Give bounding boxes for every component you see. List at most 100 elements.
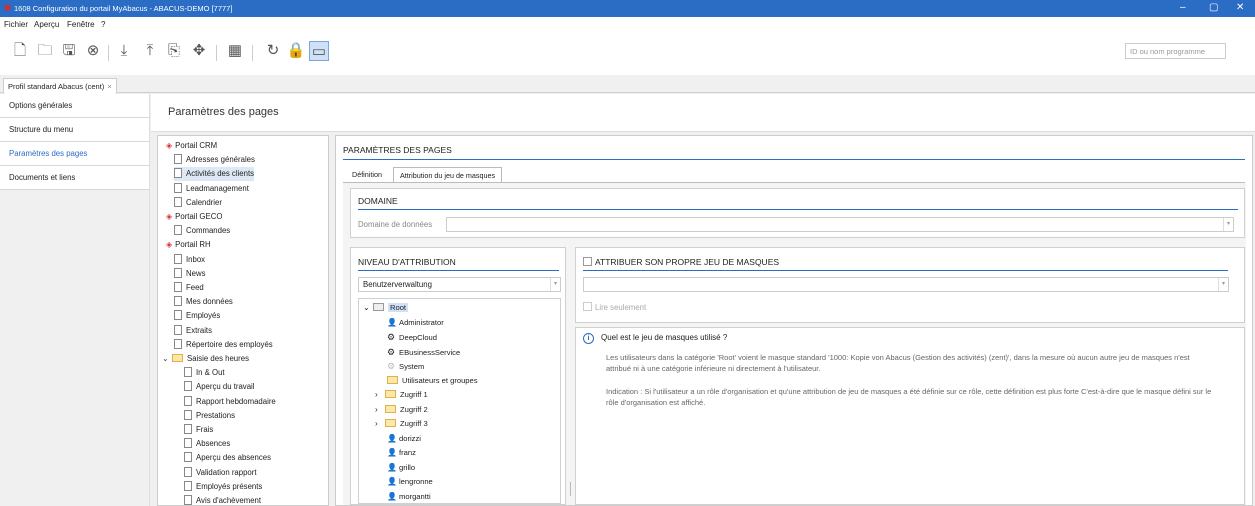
splitter-handle[interactable]	[570, 482, 571, 496]
menu-help[interactable]: ?	[101, 20, 105, 29]
info-paragraph-2: Indication : Si l'utilisateur a un rôle …	[606, 387, 1212, 407]
tree-group[interactable]: ◈ Portail GECO	[166, 210, 222, 224]
tree-item[interactable]: Leadmanagement	[174, 182, 249, 196]
portal-group-icon: ◈	[166, 212, 173, 221]
page-title: Paramètres des pages	[168, 106, 279, 118]
minimize-button[interactable]: –	[1180, 2, 1186, 13]
window-title: 1608 Configuration du portail MyAbacus -…	[14, 4, 233, 13]
tree-item[interactable]: Aperçu du travail	[184, 380, 255, 394]
tree-item-label: Calendrier	[186, 197, 222, 207]
role-tree-item[interactable]: ⚙ EBusinessService	[387, 345, 460, 359]
dropdown-arrow-icon[interactable]: ▾	[1218, 278, 1228, 291]
domaine-field[interactable]: ▾	[446, 217, 1234, 232]
window-icon[interactable]: ▭	[309, 41, 329, 61]
tree-item[interactable]: Mes données	[174, 295, 233, 309]
attribuer-checkbox[interactable]	[583, 257, 592, 266]
tree-item[interactable]: Aperçu des absences	[184, 451, 271, 465]
layout-icon[interactable]: ▦	[225, 41, 245, 61]
role-tree-item[interactable]: 👤 grillo	[387, 461, 415, 475]
tree-item[interactable]: Activités des clients	[174, 167, 255, 182]
tree-item[interactable]: Validation rapport	[184, 466, 257, 480]
tree-folder[interactable]: ⌄ Saisie des heures	[162, 352, 249, 366]
tab-attribution-masques[interactable]: Attribution du jeu de masques	[393, 167, 503, 183]
masques-select[interactable]: ▾	[583, 277, 1229, 292]
close-tab-icon[interactable]: ×	[107, 82, 111, 91]
menu-fichier[interactable]: Fichier	[4, 20, 28, 29]
tree-item[interactable]: Répertoire des employés	[174, 338, 273, 352]
expand-chevron-icon[interactable]: ⌄	[363, 301, 373, 315]
page-icon	[174, 196, 182, 207]
role-tree-item[interactable]: ⌄ Root	[363, 301, 409, 315]
tree-item[interactable]: Feed	[174, 281, 204, 295]
page-icon	[174, 296, 182, 307]
dropdown-arrow-icon[interactable]: ▾	[1223, 218, 1233, 231]
tree-item[interactable]: Inbox	[174, 253, 205, 267]
tree-item[interactable]: Prestations	[184, 409, 235, 423]
move-icon[interactable]: ✥	[189, 41, 209, 61]
nav-item-structure-menu[interactable]: Structure du menu	[0, 118, 149, 142]
tree-item[interactable]: News	[174, 267, 206, 281]
dropdown-arrow-icon[interactable]: ▾	[550, 278, 560, 291]
role-tree-item[interactable]: 👤 franz	[387, 446, 416, 460]
new-document-icon[interactable]: 🗋	[10, 41, 30, 61]
role-tree-item[interactable]: › Zugriff 3	[375, 417, 428, 431]
tree-item[interactable]: Calendrier	[174, 196, 222, 210]
attribuer-panel: ATTRIBUER SON PROPRE JEU DE MASQUES ▾ Li…	[575, 247, 1245, 323]
role-tree-item[interactable]: 👤 morgantti	[387, 490, 431, 504]
cancel-icon[interactable]: ⊗	[83, 41, 103, 61]
role-label: System	[399, 362, 425, 371]
role-tree-item[interactable]: ⚙ DeepCloud	[387, 330, 437, 344]
maximize-button[interactable]: ▢	[1209, 2, 1218, 13]
tree-item-label: Avis d'achèvement	[196, 496, 262, 505]
niveau-select[interactable]: Benutzerverwaltung ▾	[358, 277, 561, 292]
role-tree-item[interactable]: › Zugriff 1	[375, 388, 428, 402]
lock-icon[interactable]: 🔒	[286, 41, 306, 61]
page-icon	[174, 182, 182, 193]
export-icon[interactable]: ⤒	[140, 41, 160, 61]
nav-item-parametres-pages[interactable]: Paramètres des pages	[0, 142, 149, 166]
tree-item[interactable]: Commandes	[174, 224, 230, 238]
menu-bar: Fichier Aperçu Fenêtre ?	[0, 17, 1255, 33]
readonly-checkbox[interactable]	[583, 302, 592, 311]
role-tree-item[interactable]: Utilisateurs et groupes	[387, 374, 478, 388]
user-icon: 👤	[387, 462, 397, 472]
expand-chevron-icon[interactable]: ›	[375, 417, 385, 431]
tree-item[interactable]: Employés	[174, 309, 220, 323]
tree-item[interactable]: Adresses générales	[174, 153, 255, 167]
role-tree-item[interactable]: ⚙ System	[387, 359, 424, 373]
tree-item[interactable]: Rapport hebdomadaire	[184, 395, 276, 409]
tree-item[interactable]: Avis d'achèvement	[184, 494, 262, 505]
expand-chevron-icon[interactable]: ⌄	[162, 352, 170, 366]
tree-item[interactable]: Frais	[184, 423, 213, 437]
menu-apercu[interactable]: Aperçu	[34, 20, 59, 29]
role-label: Administrator	[399, 317, 444, 327]
save-icon[interactable]: 🖫	[59, 41, 79, 61]
menu-fenetre[interactable]: Fenêtre	[67, 20, 95, 29]
import-icon[interactable]: ⤓	[114, 41, 134, 61]
refresh-icon[interactable]: ↻	[263, 41, 283, 61]
tree-item[interactable]: Employés présents	[184, 480, 262, 494]
expand-chevron-icon[interactable]: ›	[375, 388, 385, 402]
document-tab[interactable]: Profil standard Abacus (cent) ×	[3, 78, 117, 94]
attribuer-underline	[583, 270, 1228, 271]
expand-chevron-icon[interactable]: ›	[375, 403, 385, 417]
nav-item-options-generales[interactable]: Options générales	[0, 94, 149, 118]
nav-item-documents-liens[interactable]: Documents et liens	[0, 166, 149, 190]
tree-group[interactable]: ◈ Portail CRM	[166, 139, 217, 153]
copy-icon[interactable]: ⎘	[164, 41, 184, 61]
role-tree-item[interactable]: 👤 dorizzi	[387, 432, 421, 446]
tree-item[interactable]: In & Out	[184, 366, 225, 380]
tree-item[interactable]: Extraits	[174, 324, 212, 338]
info-icon: i	[583, 333, 594, 344]
tree-group[interactable]: ◈ Portail RH	[166, 238, 211, 252]
role-tree-item[interactable]: 👤 Administrator	[387, 316, 444, 330]
program-search-input[interactable]: ID ou nom programme	[1125, 43, 1226, 59]
domaine-title: DOMAINE	[358, 196, 398, 206]
close-window-button[interactable]: ✕	[1236, 2, 1244, 13]
open-folder-icon[interactable]: 🗀	[35, 41, 55, 61]
gear-icon: ⚙	[387, 361, 396, 371]
role-tree-item[interactable]: › Zugriff 2	[375, 403, 428, 417]
tab-definition[interactable]: Définition	[346, 167, 388, 183]
tree-item[interactable]: Absences	[184, 437, 230, 451]
role-tree-item[interactable]: 👤 lengronne	[387, 475, 433, 489]
